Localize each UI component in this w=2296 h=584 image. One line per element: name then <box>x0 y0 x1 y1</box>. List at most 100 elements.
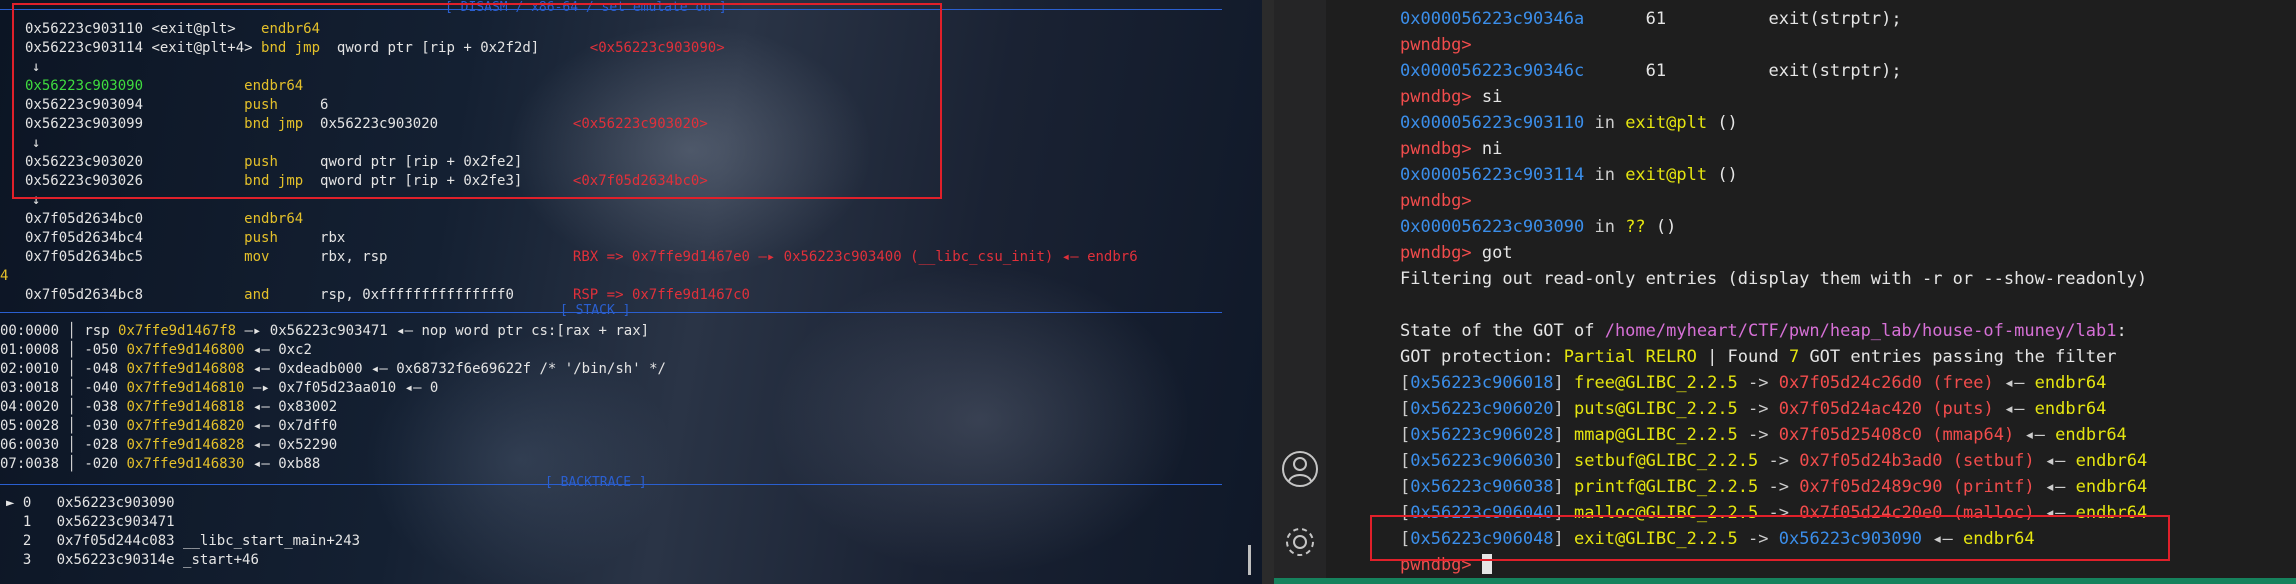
disasm-operands: rbx <box>320 230 346 246</box>
status-bar <box>1326 578 2296 584</box>
got-instruction: endbr64 <box>2075 477 2148 497</box>
got-instruction: endbr64 <box>2075 451 2148 471</box>
left-terminal-pane[interactable]: [ DISASM / x86-64 / set emulate on ] 0x5… <box>0 0 1262 584</box>
got-symbol: setbuf@GLIBC_2.2.5 <box>1574 451 1759 471</box>
frame-number: 1 <box>22 514 32 530</box>
stack-value: —▸ 0x56223c903471 ◂— nop word ptr cs:[ra… <box>244 323 650 339</box>
activity-bar <box>1274 0 1326 584</box>
got-symbol: printf@GLIBC_2.2.5 <box>1574 477 1759 497</box>
wrapped-text: 4 <box>0 268 9 284</box>
frame-address: 0x000056223c903090 <box>1400 217 1585 237</box>
account-icon[interactable] <box>1274 443 1326 499</box>
stack-row: 02:0010 │ -048 0x7ffe9d146808 ◂— 0xdeadb… <box>0 361 666 377</box>
source-line: 0x000056223c90346a 61 exit(strptr); <box>1400 6 1902 32</box>
protection-suffix: GOT entries passing the filter <box>1799 347 2117 367</box>
protection-mid: | Found <box>1696 347 1789 367</box>
got-target: 0x7f05d24ac420 <box>1778 399 1923 419</box>
frame-address: 0x56223c903090 <box>56 495 175 511</box>
state-suffix: : <box>2116 321 2127 341</box>
prompt-line: pwndbg> ni <box>1400 136 1502 162</box>
stack-address: 0x7ffe9d146810 <box>126 380 245 396</box>
stack-row: 06:0030 │ -028 0x7ffe9d146828 ◂— 0x52290 <box>0 437 338 453</box>
backtrace-frame: 3 0x56223c90314e _start+46 <box>6 551 259 569</box>
disasm-operands: rsp, 0xfffffffffffffff0 <box>320 287 514 303</box>
stack-offset: -030 <box>84 418 119 434</box>
disasm-operands: rbx, rsp <box>320 249 388 265</box>
disasm-address: 0x7f05d2634bc4 <box>25 230 144 246</box>
frame-symbol: __libc_start_main+243 <box>183 533 361 549</box>
stack-address: 0x7ffe9d146830 <box>126 456 245 472</box>
frame-address: 0x7f05d244c083 <box>56 533 175 549</box>
got-target: 0x7f05d2489c90 <box>1799 477 1943 497</box>
relro-status: Partial RELRO <box>1563 347 1697 367</box>
source-line: 0x000056223c90346c 61 exit(strptr); <box>1400 58 1902 84</box>
got-entry: [0x56223c906030] setbuf@GLIBC_2.2.5 -> 0… <box>1400 451 2148 471</box>
got-instruction: endbr64 <box>2055 425 2127 445</box>
output-text: Filtering out read-only entries (display… <box>1400 269 2148 289</box>
disasm-annotation: RBX => 0x7ffe9d1467e0 —▸ 0x56223c903400 … <box>572 249 1138 265</box>
frame-marker: ► <box>6 495 15 511</box>
disasm-mnemonic: push <box>244 230 278 246</box>
stack-index: 03:0018 <box>0 380 60 396</box>
stack-offset: -038 <box>84 399 119 415</box>
frame-function: exit@plt <box>1625 165 1708 185</box>
got-function: (printf) <box>1952 477 2035 497</box>
got-function: (free) <box>1932 373 1994 393</box>
disasm-annotation: RSP => 0x7ffe9d1467c0 <box>572 287 750 303</box>
got-instruction: endbr64 <box>2034 373 2107 393</box>
prompt-line: pwndbg> si <box>1400 84 1502 110</box>
command-text: ni <box>1481 139 1503 159</box>
frame-function: ?? <box>1625 217 1646 237</box>
source-code: exit(strptr); <box>1768 9 1902 29</box>
frame-symbol: _start+46 <box>183 552 259 568</box>
stack-row: 00:0000 │ rsp 0x7ffe9d1467f8 —▸ 0x56223c… <box>0 323 650 339</box>
stack-row: 07:0038 │ -020 0x7ffe9d146830 ◂— 0xb88 <box>0 456 321 472</box>
disasm-mnemonic: endbr64 <box>244 211 304 227</box>
pwndbg-prompt: pwndbg> <box>1400 35 1472 55</box>
stack-value: —▸ 0x7f05d23aa010 ◂— 0 <box>252 380 439 396</box>
stack-offset: -028 <box>84 437 119 453</box>
stack-value: ◂— 0x7dff0 <box>252 418 338 434</box>
stack-index: 05:0028 <box>0 418 60 434</box>
frame-args: () <box>1645 217 1677 237</box>
backtrace-frame: 2 0x7f05d244c083 __libc_start_main+243 <box>6 532 360 550</box>
frame-args: () <box>1707 165 1738 185</box>
got-function: (puts) <box>1932 399 1994 419</box>
stack-index: 00:0000 <box>0 323 60 339</box>
disasm-line: 0x7f05d2634bc0 endbr64 <box>25 210 320 228</box>
disasm-line: 0x7f05d2634bc8 and rsp, 0xffffffffffffff… <box>25 286 750 304</box>
stack-index: 01:0008 <box>0 342 60 358</box>
got-target: 0x7f05d24c26d0 <box>1778 373 1923 393</box>
status-bar-left <box>1274 578 1326 584</box>
left-scrollbar[interactable] <box>1248 545 1251 575</box>
got-state-line: State of the GOT of /home/myheart/CTF/pw… <box>1400 318 2127 344</box>
source-code: exit(strptr); <box>1768 61 1902 81</box>
disasm-line: 4 <box>0 267 8 285</box>
pane-divider[interactable] <box>1262 0 1274 584</box>
stack-offset: -050 <box>84 342 119 358</box>
stack-index: 02:0010 <box>0 361 60 377</box>
stack-value: ◂— 0xb88 <box>252 456 321 472</box>
stack-index: 06:0030 <box>0 437 60 453</box>
command-text: got <box>1481 243 1513 263</box>
stack-address: 0x7ffe9d146808 <box>126 361 245 377</box>
stack-offset: rsp <box>84 323 110 339</box>
stack-value: ◂— 0xc2 <box>252 342 312 358</box>
stack-row: 03:0018 │ -040 0x7ffe9d146810 —▸ 0x7f05d… <box>0 380 439 396</box>
disasm-line: 0x7f05d2634bc4 push rbx <box>25 229 345 247</box>
disasm-highlight-box <box>12 3 942 199</box>
got-symbol: free@GLIBC_2.2.5 <box>1574 373 1738 393</box>
right-terminal-pane[interactable]: 0x000056223c90346a 61 exit(strptr); pwndb… <box>1326 0 2296 584</box>
source-line-number: 61 <box>1645 9 1667 29</box>
got-slot-address: 0x56223c906028 <box>1410 425 1554 445</box>
frame-line: 0x000056223c903110 in exit@plt () <box>1400 113 1738 133</box>
stack-offset: -040 <box>84 380 119 396</box>
got-symbol: puts@GLIBC_2.2.5 <box>1574 399 1738 419</box>
gear-icon[interactable] <box>1274 516 1326 572</box>
got-protection-line: GOT protection: Partial RELRO | Found 7 … <box>1400 344 2116 370</box>
stack-row: 05:0028 │ -030 0x7ffe9d146820 ◂— 0x7dff0 <box>0 418 338 434</box>
got-target: 0x7f05d24b3ad0 <box>1799 451 1943 471</box>
got-function: (mmap64) <box>1932 425 2015 445</box>
frame-line: 0x000056223c903090 in ?? () <box>1400 217 1677 237</box>
stack-row: 04:0020 │ -038 0x7ffe9d146818 ◂— 0x83002 <box>0 399 338 415</box>
